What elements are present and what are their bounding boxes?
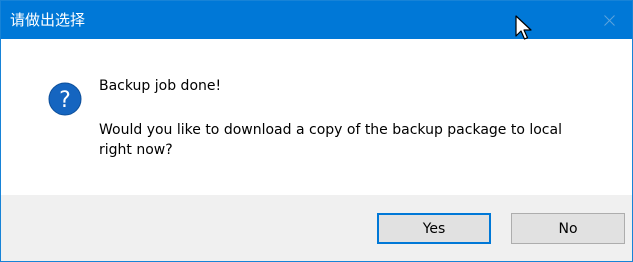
window-title: 请做出选择: [10, 11, 86, 29]
svg-text:?: ?: [59, 88, 71, 113]
message-body: Would you like to download a copy of the…: [99, 122, 562, 158]
close-button[interactable]: [586, 1, 632, 39]
yes-button[interactable]: Yes: [377, 213, 491, 244]
button-bar: Yes No: [1, 195, 632, 261]
mouse-cursor-icon: [515, 15, 532, 40]
title-bar[interactable]: 请做出选择: [1, 1, 632, 39]
message-area: ? Backup job done! Would you like to dow…: [1, 39, 632, 195]
message-dialog: 请做出选择 ? Backup job done! Would you like …: [0, 0, 633, 262]
close-icon: [604, 15, 615, 26]
no-button[interactable]: No: [511, 213, 625, 244]
question-icon: ?: [48, 82, 82, 116]
message-heading: Backup job done!: [99, 78, 222, 94]
